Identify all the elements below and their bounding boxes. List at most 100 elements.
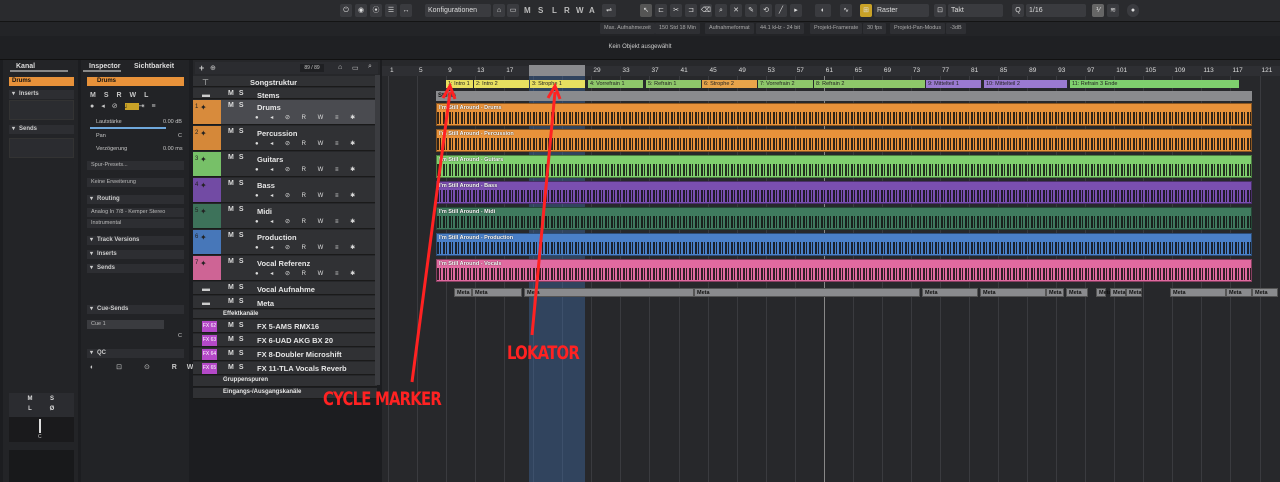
inspector-write[interactable]: W — [129, 92, 144, 99]
cycle-marker[interactable]: 8: Refrain 2 — [814, 80, 925, 88]
cycle-bar[interactable] — [529, 65, 585, 76]
mode-w[interactable]: W — [576, 4, 584, 17]
cycle-marker[interactable]: 6: Strophe 2 — [702, 80, 757, 88]
line-tool-icon[interactable]: ╱ — [775, 4, 787, 17]
qc-header[interactable]: QC — [87, 349, 184, 358]
listen-button[interactable]: L — [25, 405, 35, 413]
meta-event[interactable]: Meta — [980, 288, 1046, 297]
track-mute-solo[interactable]: MS — [228, 180, 249, 187]
track-presets-select[interactable]: Spur-Presets... — [87, 161, 184, 170]
channel-sends-slot[interactable] — [9, 138, 74, 158]
inspector-icon-row[interactable]: ●◂⊘♩⇥≡ — [90, 102, 163, 110]
solo-button[interactable]: S — [47, 395, 57, 403]
groove-icon[interactable]: ≋ — [1107, 4, 1119, 17]
channel-sends-header[interactable]: Sends — [9, 125, 74, 134]
iterative-quantize-icon[interactable]: ⅟ — [1092, 4, 1104, 17]
rec-format-value[interactable]: 44.1 kHz - 24 bit — [756, 23, 805, 34]
meta-event[interactable]: Meta — [524, 288, 694, 297]
track-controls[interactable]: ● ◂ ⊘ R W ≡ ✱ — [255, 114, 360, 121]
cycle-marker[interactable]: 3: Strophe 1 — [530, 80, 585, 88]
tab-kanal[interactable]: Kanal — [10, 62, 68, 72]
cue-send-slot[interactable]: Cue 1 — [87, 320, 164, 329]
meta-event[interactable]: Meta — [1126, 288, 1142, 297]
meta-event[interactable]: Meta — [694, 288, 920, 297]
audio-event[interactable]: I'm Still Around - Production — [436, 233, 1252, 256]
qc-buttons[interactable]: ◐ ⊡ ⊙ RW — [90, 363, 203, 371]
power-icon[interactable]: ⏻ — [340, 4, 352, 17]
configuration-select[interactable]: Konfigurationen — [425, 4, 491, 17]
volume-slider[interactable] — [90, 127, 166, 129]
inspector-mute[interactable]: M — [90, 92, 104, 99]
cycle-marker[interactable]: 2: Intro 2 — [474, 80, 529, 88]
mode-r[interactable]: R — [564, 4, 570, 17]
track-fx-6-uad-akg-bx-20[interactable]: FX 63 MS FX 6-UAD AKG BX 20 — [193, 334, 377, 347]
tab-inspector[interactable]: Inspector — [83, 62, 121, 72]
constrain-icon[interactable]: ⦿ — [370, 4, 382, 17]
inspector-lock[interactable]: L — [144, 92, 156, 99]
cycle-marker[interactable]: 11: Refrain 3 Ende — [1070, 80, 1239, 88]
listen-icon[interactable]: ◉ — [355, 4, 367, 17]
track-effektkan-le[interactable]: Effektkanäle — [193, 310, 377, 319]
cycle-marker[interactable]: 10: Mittelteil 2 — [984, 80, 1067, 88]
meta-event[interactable]: Meta — [454, 288, 472, 297]
phase-button[interactable]: Ø — [47, 405, 57, 413]
meta-event[interactable]: Meta — [1046, 288, 1064, 297]
track-controls[interactable]: ● ◂ ⊘ R W ≡ ✱ — [255, 244, 360, 251]
audio-event[interactable]: I'm Still Around - Percussion — [436, 129, 1252, 152]
audio-event[interactable]: I'm Still Around - Drums — [436, 103, 1252, 126]
meta-event[interactable]: Meta — [1066, 288, 1088, 297]
track-controls[interactable]: ● ◂ ⊘ R W ≡ ✱ — [255, 192, 360, 199]
grid-select[interactable]: Takt — [948, 4, 1003, 17]
range-tool-icon[interactable]: ⊏ — [655, 4, 667, 17]
inspector-inserts-header[interactable]: Inserts — [87, 250, 184, 259]
draw-tool-icon[interactable]: ✎ — [745, 4, 757, 17]
routing-header[interactable]: Routing — [87, 195, 184, 204]
audio-event[interactable]: I'm Still Around - Midi — [436, 207, 1252, 230]
cue-sends-header[interactable]: Cue-Sends — [87, 305, 184, 314]
pan-value-inspector[interactable]: C — [178, 133, 182, 139]
track-controls[interactable]: ● ◂ ⊘ R W ≡ ✱ — [255, 218, 360, 225]
stems-folder-part[interactable]: Stems — [436, 91, 1252, 101]
ruler[interactable]: 1591317212529333741454953576165697377818… — [382, 66, 1280, 76]
pan-mode-value[interactable]: -3dB — [946, 23, 966, 34]
inspector-ms-buttons[interactable]: MSRWL — [90, 92, 156, 99]
track-percussion[interactable]: 2 ✦ MS ● ◂ ⊘ R W ≡ ✱ Percussion — [193, 126, 377, 151]
output-routing-select[interactable]: Instrumental — [87, 219, 184, 228]
channel-inserts-slot[interactable] — [9, 100, 74, 120]
audio-event[interactable]: I'm Still Around - Guitars — [436, 155, 1252, 178]
track-controls[interactable]: ● ◂ ⊘ R W ≡ ✱ — [255, 166, 360, 173]
track-controls[interactable]: ● ◂ ⊘ R W ≡ ✱ — [255, 140, 360, 147]
audio-event[interactable]: I'm Still Around - Vocals — [436, 259, 1252, 282]
meta-event[interactable]: Meta — [1226, 288, 1252, 297]
inspector-solo[interactable]: S — [104, 92, 117, 99]
mode-m[interactable]: M — [524, 4, 531, 17]
delay-value[interactable]: 0.00 ms — [163, 146, 183, 152]
track-mute-solo[interactable]: MS — [228, 128, 249, 135]
inspector-read[interactable]: R — [117, 92, 130, 99]
mute-tool-icon[interactable]: ✕ — [730, 4, 742, 17]
track-fx-11-tla-vocals-reverb[interactable]: FX 65 MS FX 11-TLA Vocals Reverb — [193, 362, 377, 375]
track-gruppenspuren[interactable]: Gruppenspuren — [193, 376, 377, 387]
track-mute-solo[interactable]: MS — [228, 350, 249, 357]
autoscroll-icon[interactable]: ⇌ — [602, 4, 616, 17]
track-mute-solo[interactable]: MS — [228, 284, 249, 291]
track-mute-solo[interactable]: MS — [228, 322, 249, 329]
pointer-tool-icon[interactable]: ↖ — [640, 4, 652, 17]
track-fx-5-ams-rmx16[interactable]: FX 62 MS FX 5-AMS RMX16 — [193, 320, 377, 333]
meta-event[interactable]: Meta — [1252, 288, 1278, 297]
zoom-tool-icon[interactable]: ⌕ — [715, 4, 727, 17]
track-mute-solo[interactable]: MS — [228, 232, 249, 239]
search-icon[interactable]: ⌕ — [368, 63, 372, 71]
track-versions-header[interactable]: Track Versions — [87, 236, 184, 245]
inspector-sends-header[interactable]: Sends — [87, 264, 184, 273]
mode-s[interactable]: S — [538, 4, 543, 17]
meta-event[interactable]: Meta — [1110, 288, 1126, 297]
visibility-icon[interactable]: ⌂ — [338, 64, 342, 71]
pan-knob-area[interactable]: C — [9, 417, 74, 442]
track-mute-solo[interactable]: MS — [228, 206, 249, 213]
meta-event[interactable]: Meta — [1170, 288, 1226, 297]
volume-value[interactable]: 0.00 dB — [163, 119, 182, 125]
curve-icon[interactable]: ∿ — [840, 4, 852, 17]
cycle-marker[interactable]: 9: Mittelteil 1 — [926, 80, 981, 88]
color-tool-icon[interactable]: ◐ — [815, 4, 831, 17]
